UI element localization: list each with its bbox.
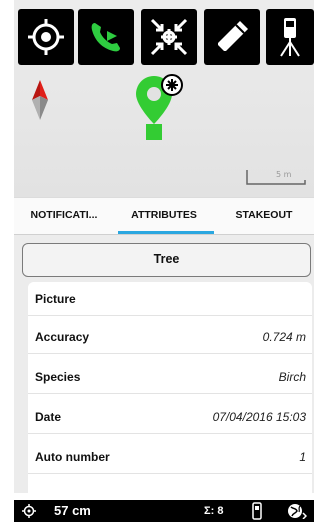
attribute-value: 0.724 m [262,330,306,344]
gnss-receiver-tripod-icon [280,18,300,57]
scale-label: 5 m [276,170,292,179]
attribute-list[interactable]: Picture Accuracy 0.724 m Species Birch D… [28,282,312,493]
attribute-label: Auto number [35,450,110,464]
app-window: 5 m NOTIFICATI... ATTRIBUTES STAKEOUT Tr… [14,0,314,522]
globe-icon[interactable] [287,503,307,519]
attribute-value: 07/04/2016 15:03 [212,410,306,424]
point-feature-marker-icon[interactable] [134,72,196,144]
tab-stakeout[interactable]: STAKEOUT [214,198,314,235]
attribute-label: Accuracy [35,330,90,344]
attribute-label: Species [35,370,81,384]
receiver-button[interactable] [266,9,314,65]
attribute-row-picture[interactable]: Picture [28,282,312,316]
accuracy-readout: 57 cm [54,503,91,518]
tab-attributes[interactable]: ATTRIBUTES [114,198,214,235]
attribute-value: Birch [278,370,306,384]
locate-button[interactable] [18,9,74,65]
attributes-panel: Tree Picture Accuracy 0.724 m Species Bi… [14,235,314,493]
attribute-value: 1 [299,450,306,464]
attribute-label: Date [35,410,62,424]
status-bar: 57 cm Σ: 8 [14,500,314,522]
attribute-row-auto-number[interactable]: Auto number 1 [28,440,312,474]
feature-type-selector[interactable]: Tree [22,243,311,277]
crosshair-target-icon [28,19,64,55]
tab-bar: NOTIFICATI... ATTRIBUTES STAKEOUT [14,197,314,235]
attribute-row-species[interactable]: Species Birch [28,360,312,394]
call-button[interactable] [78,9,134,65]
pencil-edit-icon [218,21,248,51]
zoom-center-button[interactable] [141,9,197,65]
attribute-label: Picture [35,292,76,306]
attribute-row-accuracy[interactable]: Accuracy 0.724 m [28,320,312,354]
gps-icon [22,504,36,518]
receiver-icon[interactable] [252,502,262,520]
tab-notifications[interactable]: NOTIFICATI... [14,198,114,235]
phone-play-icon [91,23,120,52]
map-view[interactable]: 5 m [14,0,314,197]
north-arrow-icon [32,80,48,120]
attribute-row-date[interactable]: Date 07/04/2016 15:03 [28,400,312,434]
satellite-count: Σ: 8 [204,505,224,517]
map-toolbar [14,0,314,65]
active-tab-indicator [118,231,214,234]
edit-button[interactable] [204,9,260,65]
zoom-to-center-icon [150,18,188,56]
